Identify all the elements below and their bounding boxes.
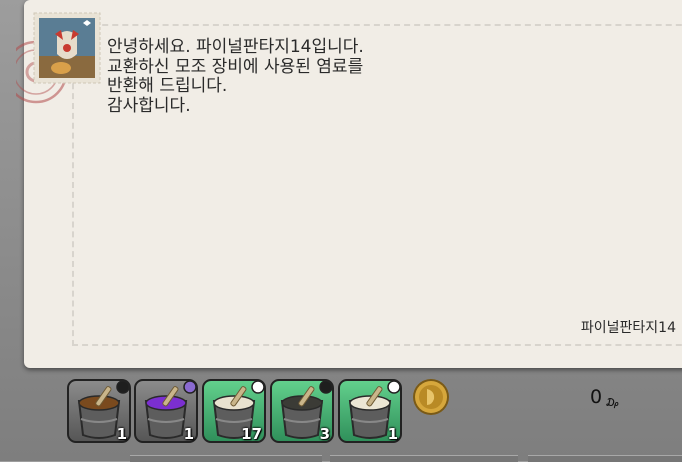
attached-item-slot[interactable]: 1 [134,379,198,443]
gil-value: 0 [590,386,603,408]
attached-item-slot[interactable]: 3 [270,379,334,443]
item-quantity: 1 [183,425,194,443]
postage-stamp-icon [33,12,101,84]
letter-line: 안녕하세요. 파이널판타지14입니다. [107,37,364,57]
letter-body: 안녕하세요. 파이널판타지14입니다. 교환하신 모조 장비에 사용된 염료를 … [107,37,364,116]
item-quantity: 3 [319,425,330,443]
item-quantity: 1 [387,425,398,443]
letter-line: 반환해 드립니다. [107,76,228,96]
letter-signature: 파이널판타지14 [580,320,676,336]
attached-item-slot[interactable]: 1 [67,379,131,443]
bottom-tabs [0,455,682,462]
item-quantity: 1 [116,425,127,443]
gil-symbol-icon: ₯ [605,396,620,409]
item-quantity: 17 [241,425,262,443]
letter-panel: 안녕하세요. 파이널판타지14입니다. 교환하신 모조 장비에 사용된 염료를 … [16,0,682,368]
attached-item-slot[interactable]: 17 [202,379,266,443]
letter-line: 감사합니다. [107,95,191,116]
letter-line: 교환하신 모조 장비에 사용된 염료를 [107,56,364,77]
gil-coin-icon[interactable] [412,377,450,417]
attached-item-slot[interactable]: 1 [338,379,402,443]
gil-amount: 0 ₯ [590,386,619,409]
